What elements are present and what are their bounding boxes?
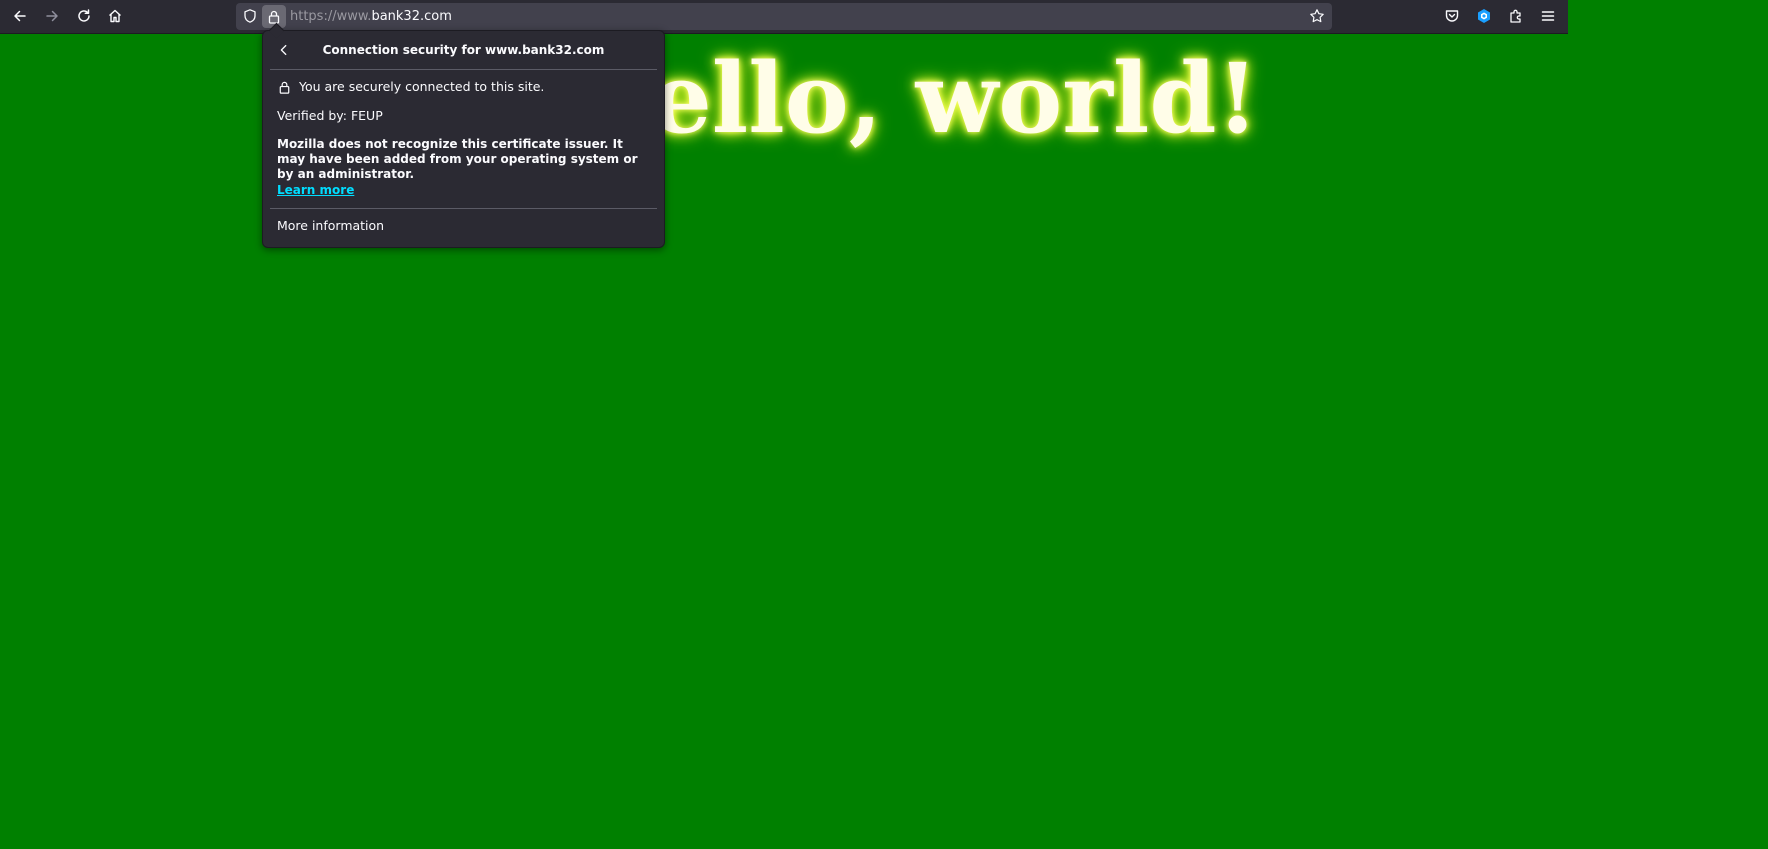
lock-icon [268, 10, 280, 24]
url-host: bank32.com [371, 9, 452, 24]
back-button[interactable] [7, 4, 33, 28]
shield-icon [244, 9, 256, 23]
lock-icon [277, 79, 293, 95]
tracking-protection-button[interactable] [241, 7, 259, 25]
extension-button[interactable] [1471, 4, 1497, 28]
panel-title: Connection security for www.bank32.com [322, 43, 605, 57]
more-information-button[interactable]: More information [277, 218, 384, 234]
puzzle-icon [1510, 9, 1521, 23]
certificate-warning-text: Mozilla does not recognize this certific… [277, 137, 638, 181]
verified-by-text: Verified by: FEUP [277, 108, 383, 123]
pocket-button[interactable] [1439, 4, 1465, 28]
url-text[interactable]: https://www.bank32.com [290, 8, 452, 25]
secure-connection-text: You are securely connected to this site. [299, 79, 545, 94]
pocket-icon [1445, 10, 1459, 22]
bookmark-button[interactable] [1308, 7, 1326, 25]
home-button[interactable] [102, 4, 128, 28]
divider [270, 208, 657, 209]
learn-more-link[interactable]: Learn more [277, 182, 354, 198]
home-icon [109, 9, 121, 23]
back-arrow-icon [14, 10, 26, 22]
url-scheme: https://www. [290, 9, 372, 24]
reload-icon [78, 9, 90, 22]
star-icon [1310, 9, 1324, 23]
hamburger-menu-icon [1541, 11, 1555, 21]
connection-security-panel: Connection security for www.bank32.com Y… [262, 22, 665, 248]
address-bar[interactable]: https://www.bank32.com [236, 3, 1332, 30]
divider [270, 69, 657, 70]
navigation-toolbar: https://www.bank32.com [0, 0, 1568, 34]
secure-connection-row: You are securely connected to this site. [277, 79, 544, 95]
extensions-menu-button[interactable] [1503, 4, 1529, 28]
forward-button[interactable] [39, 4, 65, 28]
extension-badge-icon [1478, 9, 1490, 23]
app-menu-button[interactable] [1535, 4, 1561, 28]
reload-button[interactable] [71, 4, 97, 28]
forward-arrow-icon [46, 10, 58, 22]
